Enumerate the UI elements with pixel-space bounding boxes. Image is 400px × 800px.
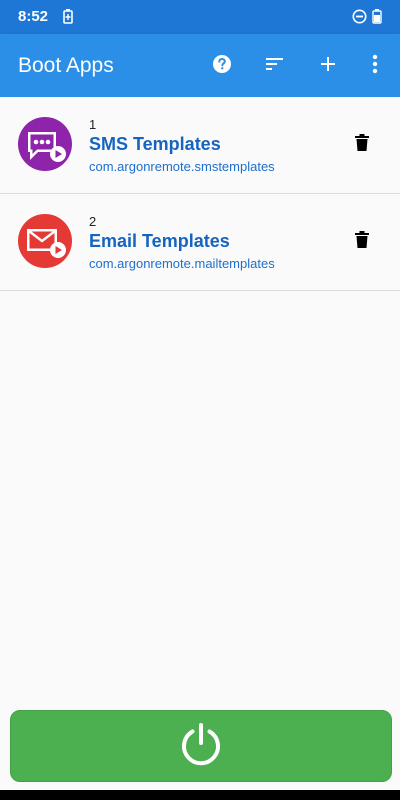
status-time: 8:52: [18, 8, 49, 25]
app-name: Email Templates: [89, 231, 230, 251]
app-package: com.argonremote.smstemplates: [89, 159, 275, 174]
status-bar: 8:52: [0, 0, 400, 34]
do-not-disturb-icon: [352, 9, 367, 29]
app-bar: Boot Apps: [0, 34, 400, 97]
email-templates-icon: [18, 214, 72, 268]
power-button[interactable]: [10, 710, 392, 782]
delete-button[interactable]: [350, 230, 374, 254]
power-icon: [178, 721, 224, 772]
sms-templates-icon: [18, 117, 72, 171]
list-item[interactable]: 1 SMS Templates com.argonremote.smstempl…: [0, 97, 400, 194]
navigation-bar: [0, 790, 400, 800]
app-package: com.argonremote.mailtemplates: [89, 256, 275, 271]
help-icon: [212, 54, 232, 79]
trash-icon: [355, 230, 369, 254]
help-button[interactable]: [207, 51, 237, 81]
battery-saver-icon: [63, 9, 73, 29]
overflow-menu-button[interactable]: [360, 51, 390, 81]
app-name: SMS Templates: [89, 134, 221, 154]
page-title: Boot Apps: [18, 54, 114, 77]
order-number: 1: [89, 117, 97, 132]
list-item[interactable]: 2 Email Templates com.argonremote.mailte…: [0, 194, 400, 291]
add-button[interactable]: [313, 51, 343, 81]
trash-icon: [355, 133, 369, 157]
sort-icon: [265, 57, 285, 76]
delete-button[interactable]: [350, 133, 374, 157]
order-number: 2: [89, 214, 97, 229]
overflow-menu-icon: [372, 54, 378, 79]
sort-button[interactable]: [260, 51, 290, 81]
boot-app-list: 1 SMS Templates com.argonremote.smstempl…: [0, 97, 400, 291]
add-icon: [320, 56, 336, 77]
battery-icon: [372, 9, 382, 29]
